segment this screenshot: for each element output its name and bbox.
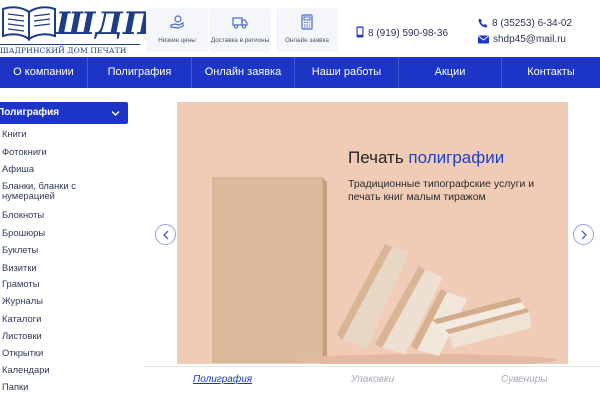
slider-next-button[interactable] (573, 224, 594, 245)
chevron-left-icon (163, 230, 169, 240)
hero-banner[interactable]: Печать полиграфии Традиционные типографс… (177, 102, 568, 364)
sidebar-category-header[interactable]: Полиграфия (0, 102, 128, 124)
sidebar-item-forms[interactable]: Бланки, бланки с нумерацией (0, 181, 92, 201)
sidebar-item-certificates[interactable]: Грамоты (0, 279, 130, 289)
nav-item-contacts[interactable]: Контакты (502, 57, 600, 88)
calculator-icon (301, 14, 313, 30)
feature-label: Низкие цены (158, 37, 196, 44)
sidebar-item-leaflets[interactable]: Листовки (0, 331, 130, 341)
sidebar-item-business-cards[interactable]: Визитки (0, 263, 130, 273)
logo-tagline: ШАДРИНСКИЙ ДОМ ПЕЧАТИ (0, 44, 140, 55)
sidebar-item-photobooks[interactable]: Фотокниги (0, 147, 130, 157)
sidebar-item-notepads[interactable]: Блокноты (0, 210, 130, 220)
banner-title: Печать полиграфии (348, 148, 504, 168)
sidebar-item-books[interactable]: Книги (0, 129, 130, 139)
hand-coin-icon (170, 15, 184, 29)
category-tabs: Полиграфия Упаковки Сувениры (144, 366, 600, 400)
tab-printing[interactable]: Полиграфия (193, 374, 252, 385)
site-header: ШДП ШАДРИНСКИЙ ДОМ ПЕЧАТИ Низкие цены До… (0, 0, 600, 57)
sidebar-item-brochures[interactable]: Брошюры (0, 228, 130, 238)
phone-icon (478, 18, 488, 28)
nav-item-promotions[interactable]: Акции (399, 57, 502, 88)
chevron-right-icon (581, 230, 587, 240)
sidebar-header-label: Полиграфия (0, 107, 60, 118)
sidebar-item-catalogs[interactable]: Каталоги (0, 314, 130, 324)
logo-letters: ШДП (56, 6, 153, 42)
banner-title-plain: Печать (348, 148, 409, 167)
feature-delivery[interactable]: Доставка в регионы (209, 8, 271, 52)
mobile-phone-icon (356, 26, 364, 38)
nav-item-about[interactable]: О компании (0, 57, 88, 88)
nav-item-online-order[interactable]: Онлайн заявка (192, 57, 295, 88)
book-logo-icon (2, 6, 56, 41)
banner-subtitle: Традиционные типографские услуги и печат… (348, 178, 535, 203)
site-logo[interactable]: ШДП ШАДРИНСКИЙ ДОМ ПЕЧАТИ (0, 4, 152, 55)
nav-item-printing[interactable]: Полиграфия (88, 57, 192, 88)
sidebar-item-postcards[interactable]: Открытки (0, 348, 130, 358)
landline-phone-number: 8 (35253) 6-34-02 (492, 18, 573, 29)
tab-souvenirs[interactable]: Сувениры (501, 374, 548, 385)
feature-label: Онлайн заявка (285, 37, 329, 44)
feature-label: Доставка в регионы (210, 37, 270, 44)
sidebar-item-calendars[interactable]: Календари (0, 365, 130, 375)
sidebar-item-booklets[interactable]: Буклеты (0, 245, 130, 255)
main-navigation: О компании Полиграфия Онлайн заявка Наши… (0, 57, 600, 88)
mobile-phone-number: 8 (919) 590-98-36 (368, 28, 449, 39)
sidebar-item-folders[interactable]: Папки (0, 382, 130, 392)
nav-item-our-works[interactable]: Наши работы (295, 57, 399, 88)
mobile-phone-link[interactable]: 8 (919) 590-98-36 (356, 26, 448, 39)
feature-online-order[interactable]: Онлайн заявка (276, 8, 338, 52)
tab-packaging[interactable]: Упаковки (351, 374, 394, 385)
email-address: shdp45@mail.ru (493, 34, 566, 45)
feature-low-prices[interactable]: Низкие цены (146, 8, 208, 52)
sidebar-item-posters[interactable]: Афиша (0, 164, 130, 174)
books-illustration (212, 177, 557, 364)
landline-phone-link[interactable]: 8 (35253) 6-34-02 (478, 18, 572, 29)
sidebar-item-magazines[interactable]: Журналы (0, 296, 130, 306)
banner-title-highlight: полиграфии (408, 148, 505, 167)
envelope-icon (478, 35, 489, 44)
chevron-down-icon (111, 111, 120, 116)
truck-icon (232, 17, 248, 29)
email-link[interactable]: shdp45@mail.ru (478, 34, 566, 45)
slider-prev-button[interactable] (155, 224, 176, 245)
